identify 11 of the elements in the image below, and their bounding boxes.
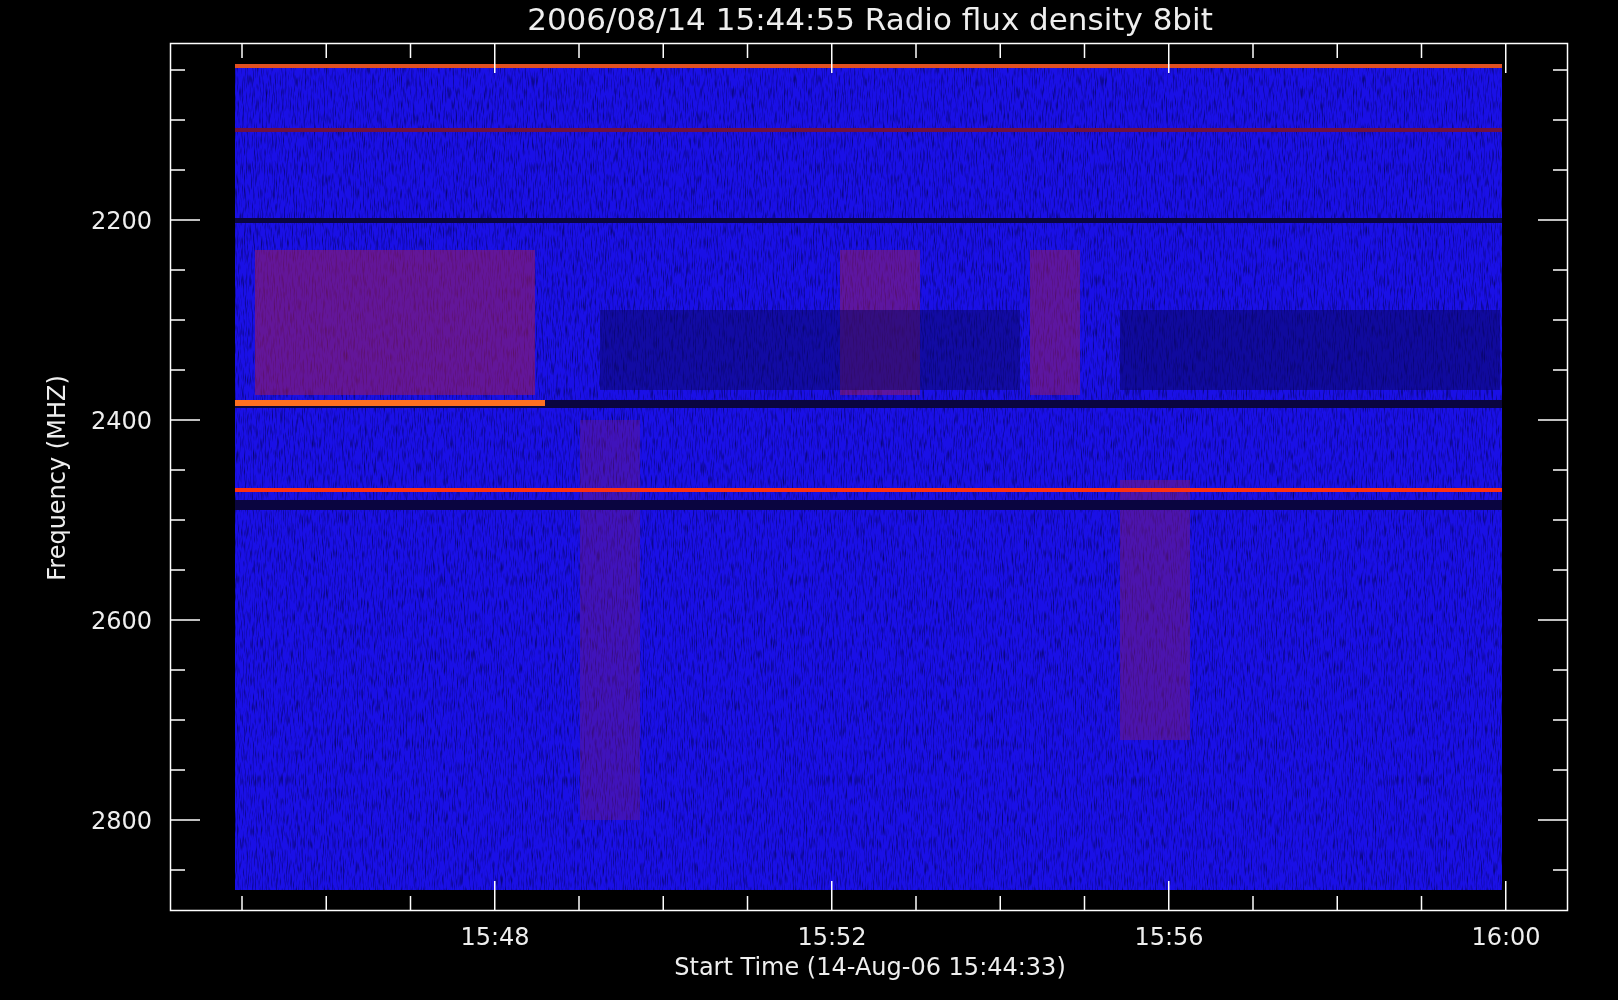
axis-label: Start Time (14-Aug-06 15:44:33) (674, 953, 1066, 981)
tick-label: 16:00 (1471, 923, 1541, 951)
tick-label: 2800 (90, 807, 152, 835)
axis-label: Frequency (MHZ) (43, 375, 71, 581)
tick-label: 15:56 (1134, 923, 1204, 951)
tick-label: 15:52 (797, 923, 867, 951)
tick-label: 2400 (90, 407, 152, 435)
tick-label: 15:48 (460, 923, 530, 951)
tick-label: 2600 (90, 607, 152, 635)
tick-label: 2200 (90, 207, 152, 235)
chart-title: 2006/08/14 15:44:55 Radio flux density 8bit (527, 1, 1213, 37)
